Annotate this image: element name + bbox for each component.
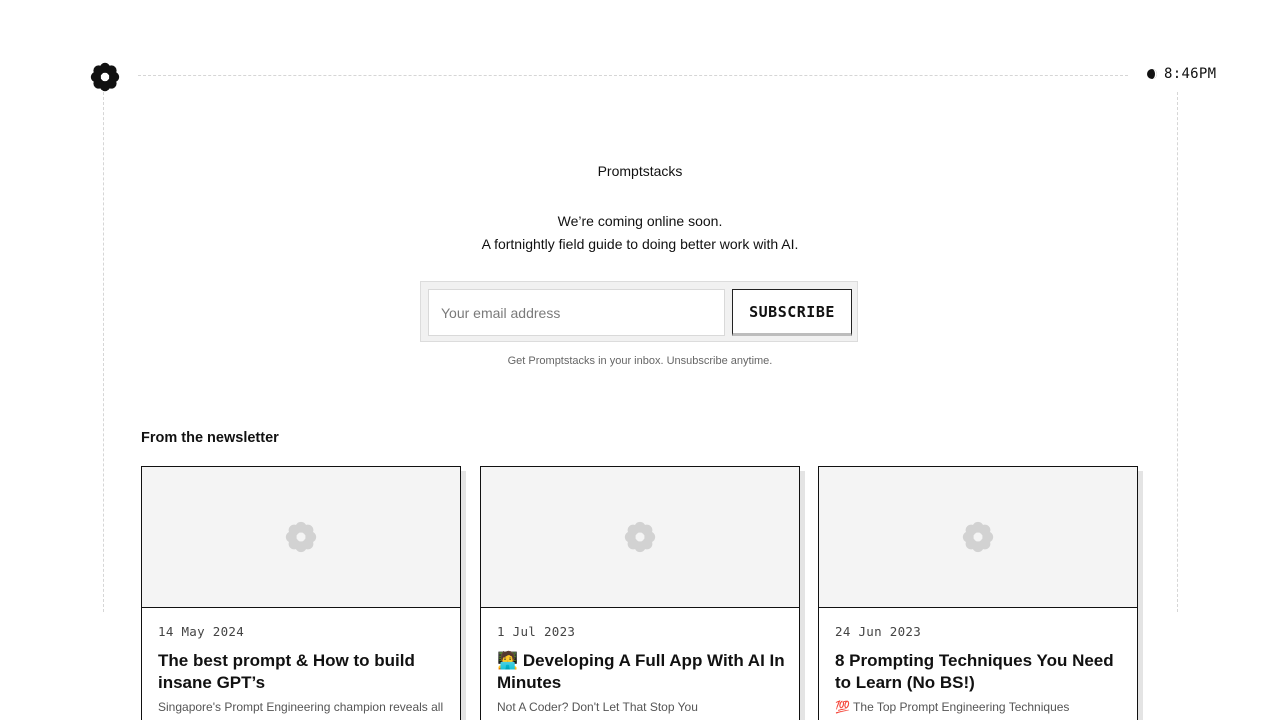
page: 8:46PM Promptstacks We’re coming online …	[0, 0, 1280, 720]
brand-name: Promptstacks	[597, 163, 683, 179]
post-subtitle: Singapore's Prompt Engineering champion …	[158, 700, 444, 714]
post-thumbnail	[481, 467, 799, 608]
tagline-line-1: We’re coming online soon.	[557, 213, 723, 229]
section-title: From the newsletter	[141, 430, 279, 446]
post-date: 14 May 2024	[158, 624, 245, 639]
subscribe-note: Get Promptstacks in your inbox. Unsubscr…	[507, 355, 773, 367]
post-date: 24 Jun 2023	[835, 624, 922, 639]
clock: 8:46PM	[1146, 66, 1216, 82]
flower-placeholder-icon	[624, 521, 656, 553]
post-date: 1 Jul 2023	[497, 624, 576, 639]
post-thumbnail	[819, 467, 1137, 608]
clock-time: 8:46PM	[1164, 66, 1217, 82]
post-card[interactable]: 1 Jul 2023 🧑‍💻 Developing A Full App Wit…	[480, 466, 800, 720]
top-divider	[138, 75, 1128, 76]
post-subtitle: 💯 The Top Prompt Engineering Techniques	[835, 700, 1070, 714]
flower-logo-icon[interactable]	[90, 62, 120, 92]
flower-placeholder-icon	[285, 521, 317, 553]
post-title[interactable]: The best prompt & How to build insane GP…	[158, 650, 448, 694]
flower-placeholder-icon	[962, 521, 994, 553]
post-title[interactable]: 🧑‍💻 Developing A Full App With AI In Min…	[497, 650, 787, 694]
subscribe-button[interactable]: SUBSCRIBE	[732, 289, 852, 336]
post-title[interactable]: 8 Prompting Techniques You Need to Learn…	[835, 650, 1125, 694]
post-subtitle: Not A Coder? Don't Let That Stop You	[497, 700, 698, 714]
subscribe-form: SUBSCRIBE	[420, 281, 858, 342]
post-card[interactable]: 24 Jun 2023 8 Prompting Techniques You N…	[818, 466, 1138, 720]
half-moon-icon	[1147, 69, 1157, 79]
email-input[interactable]	[428, 289, 725, 336]
tagline-line-2: A fortnightly field guide to doing bette…	[481, 236, 799, 252]
post-thumbnail	[142, 467, 460, 608]
tagline: We’re coming online soon. A fortnightly …	[0, 210, 1280, 256]
post-card[interactable]: 14 May 2024 The best prompt & How to bui…	[141, 466, 461, 720]
